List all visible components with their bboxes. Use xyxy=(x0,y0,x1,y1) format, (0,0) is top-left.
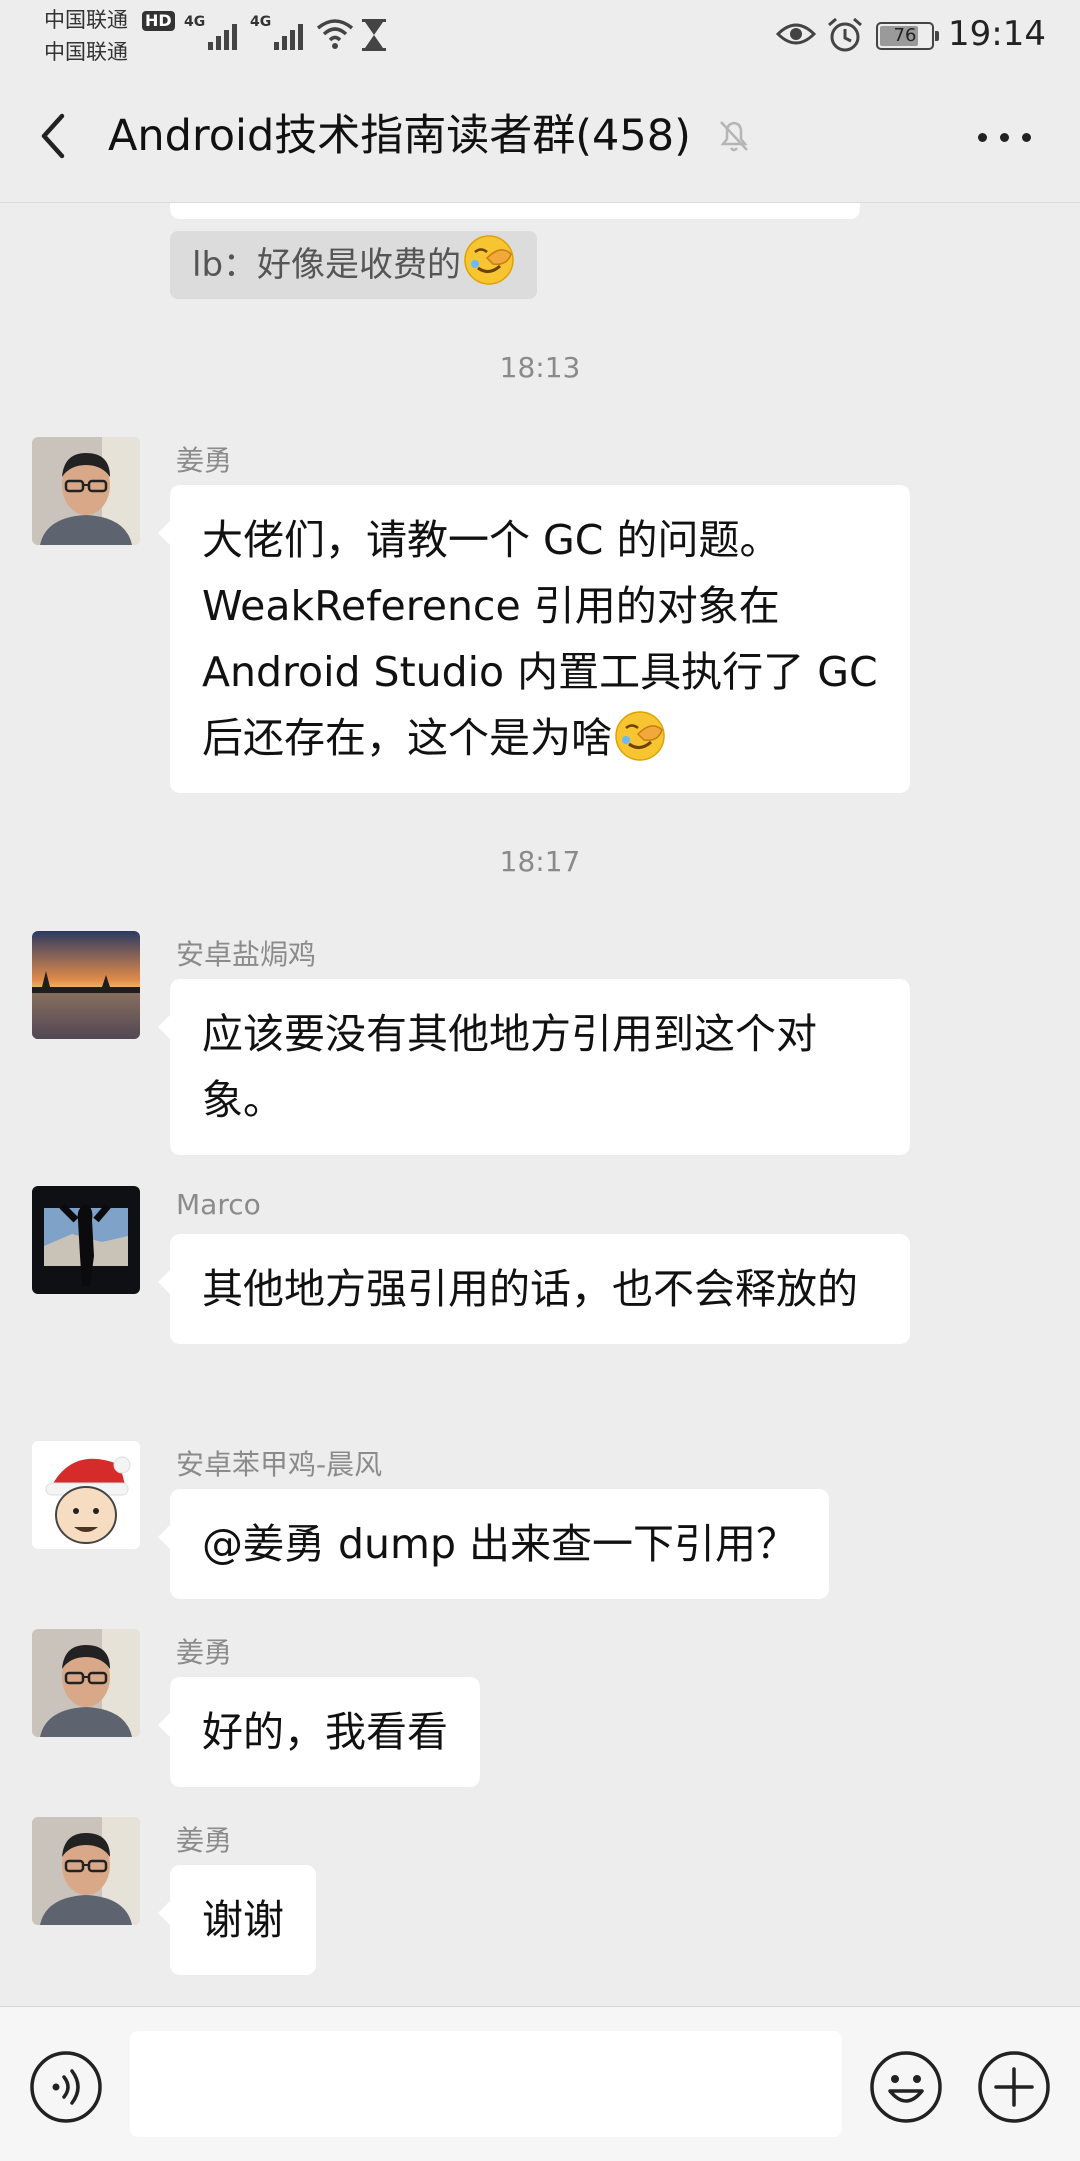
message-text: @姜勇 dump 出来查一下引用？ xyxy=(202,1520,798,1568)
input-bar xyxy=(0,2006,1080,2161)
message-text: 其他地方强引用的话，也不会释放的 xyxy=(202,1265,858,1313)
message-input[interactable] xyxy=(130,2031,842,2137)
message-bubble[interactable]: 大佬们，请教一个 GC 的问题。WeakReference 引用的对象在 And… xyxy=(158,485,910,793)
message-text: 应该要没有其他地方引用到这个对象。 xyxy=(202,1010,817,1124)
voice-icon[interactable] xyxy=(28,2049,104,2125)
message-bubble[interactable]: @姜勇 dump 出来查一下引用？ xyxy=(157,1489,830,1599)
battery-level-text: 76 xyxy=(893,25,917,46)
network-type-label: 4G xyxy=(250,14,272,30)
network-type-label: 4G xyxy=(184,14,206,30)
back-arrow-icon[interactable] xyxy=(30,104,78,168)
quote-text: lb：好像是收费的 xyxy=(192,245,462,285)
sender-name: 安卓盐焗鸡 xyxy=(176,938,317,971)
muted-bell-icon xyxy=(720,121,748,152)
hd-badge: HD xyxy=(142,11,175,31)
alarm-icon xyxy=(828,17,862,52)
message-bubble[interactable]: 其他地方强引用的话，也不会释放的 xyxy=(158,1234,910,1344)
avatar[interactable] xyxy=(32,1441,140,1549)
status-time: 19:14 xyxy=(948,14,1046,54)
facepalm-emoji xyxy=(615,711,665,761)
avatar[interactable] xyxy=(32,1629,140,1737)
chat-header: Android技术指南读者群(458) xyxy=(0,70,1080,203)
quoted-message: lb：好像是收费的 xyxy=(170,231,538,299)
more-options-button[interactable] xyxy=(970,122,1040,152)
message-list[interactable]: lb：好像是收费的 18:13 姜勇 大佬们，请教一个 GC 的问题。WeakR… xyxy=(0,203,1080,2003)
chat-title: Android技术指南读者群(458) xyxy=(108,111,691,161)
more-dots-icon xyxy=(978,133,987,142)
status-bar: 中国联通 中国联通 HD 4G 4G 76 19:14 xyxy=(0,0,1080,70)
facepalm-emoji xyxy=(464,235,514,285)
eye-icon xyxy=(776,23,816,45)
carrier-label-2: 中国联通 xyxy=(44,40,128,64)
hourglass-icon xyxy=(362,19,386,51)
timestamp: 18:17 xyxy=(499,845,581,878)
avatar[interactable] xyxy=(32,1817,140,1925)
message-bubble[interactable]: 谢谢 xyxy=(158,1865,316,1975)
signal-icon: 4G xyxy=(250,14,312,54)
message-bubble[interactable]: 应该要没有其他地方引用到这个对象。 xyxy=(158,979,910,1155)
message-text: 谢谢 xyxy=(202,1896,284,1944)
timestamp: 18:13 xyxy=(499,351,581,384)
message-text: 大佬们，请教一个 GC 的问题。WeakReference 引用的对象在 And… xyxy=(202,516,878,762)
sender-name: Marco xyxy=(176,1188,261,1221)
signal-icon: 4G xyxy=(184,14,246,54)
avatar[interactable] xyxy=(32,437,140,545)
avatar[interactable] xyxy=(32,1186,140,1294)
message-bubble[interactable]: 好的，我看看 xyxy=(158,1677,480,1787)
avatar[interactable] xyxy=(32,931,140,1039)
sender-name: 姜勇 xyxy=(176,1824,233,1857)
carrier-label-1: 中国联通 xyxy=(44,8,128,32)
wifi-icon xyxy=(316,19,354,49)
sender-name: 姜勇 xyxy=(176,1636,233,1669)
plus-icon[interactable] xyxy=(976,2049,1052,2125)
message-text: 好的，我看看 xyxy=(202,1708,448,1756)
sender-name: 安卓苯甲鸡-晨风 xyxy=(176,1448,383,1481)
message-bubble xyxy=(170,203,860,219)
emoji-icon[interactable] xyxy=(868,2049,944,2125)
battery-icon: 76 xyxy=(876,22,939,50)
sender-name: 姜勇 xyxy=(176,444,233,477)
